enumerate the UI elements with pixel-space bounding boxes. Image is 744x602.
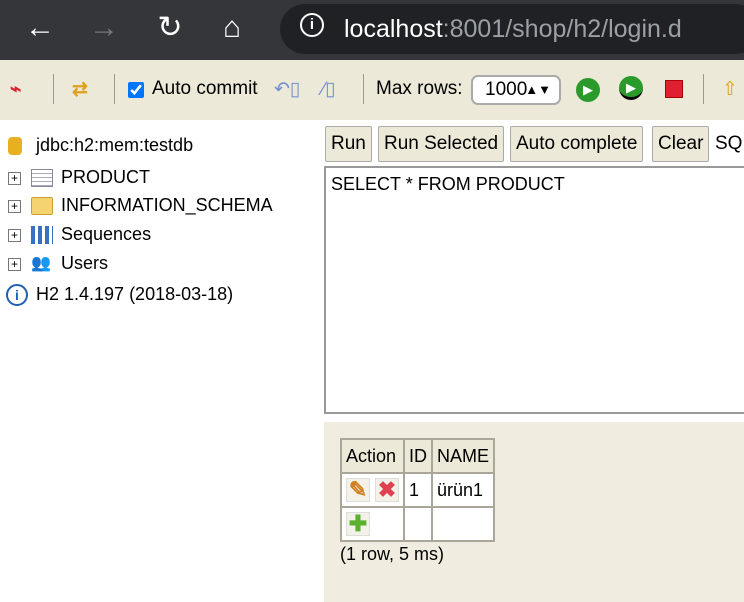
stop-icon[interactable] — [665, 80, 683, 98]
max-rows-select[interactable]: 1000 ▲▼ — [471, 75, 561, 105]
url-host: localhost — [344, 15, 443, 43]
max-rows-label: Max rows: — [376, 78, 463, 99]
sql-statement-label: SQ — [715, 133, 743, 154]
expand-icon[interactable]: + — [8, 257, 21, 271]
cell-name: ürün1 — [431, 472, 496, 508]
max-rows-value: 1000 — [485, 79, 528, 100]
divider — [703, 74, 704, 104]
sql-editor[interactable]: SELECT * FROM PRODUCT — [324, 166, 744, 414]
add-icon[interactable]: ✚ — [346, 512, 370, 536]
info-icon: i — [6, 284, 28, 307]
table-row-new: ✚ — [339, 506, 496, 542]
table-row: ✎ ✖ 1 ürün1 — [339, 472, 496, 508]
version-label: H2 1.4.197 (2018-03-18) — [36, 284, 234, 304]
run-selected-button[interactable]: Run Selected — [378, 126, 505, 162]
address-bar[interactable]: localhost:8001/shop/h2/login.d — [280, 4, 744, 54]
divider — [53, 74, 54, 104]
row-actions: ✚ — [339, 506, 406, 542]
stepper-icon: ▲▼ — [525, 82, 551, 97]
tree-item-information-schema[interactable]: + INFORMATION_SCHEMA — [8, 193, 273, 217]
divider — [363, 74, 364, 104]
tree-item-product[interactable]: + PRODUCT — [8, 165, 150, 189]
delete-icon[interactable]: ✖ — [375, 478, 400, 502]
folder-icon — [31, 197, 53, 216]
result-panel: Action ID NAME ✎ ✖ 1 ürün1 ✚ (1 row, 5 m… — [324, 422, 744, 602]
run-button[interactable]: Run — [325, 126, 372, 162]
tree-item-users[interactable]: + 👥 Users — [8, 251, 108, 275]
expand-icon[interactable]: + — [8, 199, 21, 213]
back-button[interactable]: ← — [20, 8, 60, 48]
auto-complete-button[interactable]: Auto complete — [510, 126, 644, 162]
auto-commit-label: Auto commit — [152, 78, 258, 99]
clear-button[interactable]: Clear — [652, 126, 710, 162]
tree-item-sequences[interactable]: + Sequences — [8, 222, 151, 246]
column-header: Action — [339, 438, 406, 474]
url-path: :8001/shop/h2/login.d — [442, 15, 682, 43]
tree-connection[interactable]: jdbc:h2:mem:testdb — [8, 133, 193, 157]
cell-id: 1 — [403, 472, 434, 508]
home-button[interactable]: ⌂ — [212, 8, 252, 48]
row-actions: ✎ ✖ — [339, 472, 406, 508]
forward-button[interactable]: → — [84, 8, 124, 48]
commit-icon[interactable]: ⁄▯ — [322, 78, 336, 101]
edit-icon[interactable]: ✎ — [346, 478, 370, 502]
tree-item-label: INFORMATION_SCHEMA — [61, 195, 273, 215]
toolbar: ⌁ ⇄ Auto commit ↶▯ ⁄▯ Max rows: 1000 ▲▼ ▶… — [0, 60, 744, 120]
reload-button[interactable]: ↻ — [150, 8, 190, 48]
sequence-icon — [31, 226, 53, 245]
tree-item-label: Sequences — [61, 224, 152, 244]
disconnect-icon[interactable]: ⌁ — [10, 78, 21, 101]
browser-chrome: ← → ↻ ⌂ localhost:8001/shop/h2/login.d i — [0, 0, 744, 60]
table-icon — [31, 169, 53, 188]
column-header: ID — [403, 438, 434, 474]
history-icon[interactable]: ⇧ — [722, 78, 738, 101]
users-icon: 👥 — [31, 255, 51, 273]
tree-item-label: Users — [61, 253, 109, 273]
schema-tree: jdbc:h2:mem:testdb + PRODUCT + INFORMATION… — [0, 120, 322, 598]
table-header-row: Action ID NAME — [339, 438, 496, 474]
column-header: NAME — [431, 438, 496, 474]
cell-empty — [431, 506, 496, 542]
tree-version: i H2 1.4.197 (2018-03-18) — [6, 282, 234, 307]
connection-label: jdbc:h2:mem:testdb — [36, 135, 194, 155]
run-icon[interactable]: ▶ — [576, 78, 600, 102]
divider — [114, 74, 115, 104]
result-table: Action ID NAME ✎ ✖ 1 ürün1 ✚ — [339, 438, 496, 542]
expand-icon[interactable]: + — [8, 171, 21, 185]
database-icon — [8, 137, 22, 156]
rollback-icon[interactable]: ↶▯ — [274, 78, 300, 101]
site-info-icon[interactable]: i — [300, 13, 324, 37]
cell-empty — [403, 506, 434, 542]
refresh-icon[interactable]: ⇄ — [72, 78, 88, 101]
auto-commit-checkbox[interactable] — [128, 82, 144, 98]
expand-icon[interactable]: + — [8, 228, 21, 242]
query-panel: Run Run Selected Auto complete Clear SQ … — [322, 120, 744, 602]
tree-item-label: PRODUCT — [61, 167, 150, 187]
result-status: (1 row, 5 ms) — [340, 544, 445, 564]
run-selected-icon[interactable]: ▶ — [619, 76, 643, 100]
